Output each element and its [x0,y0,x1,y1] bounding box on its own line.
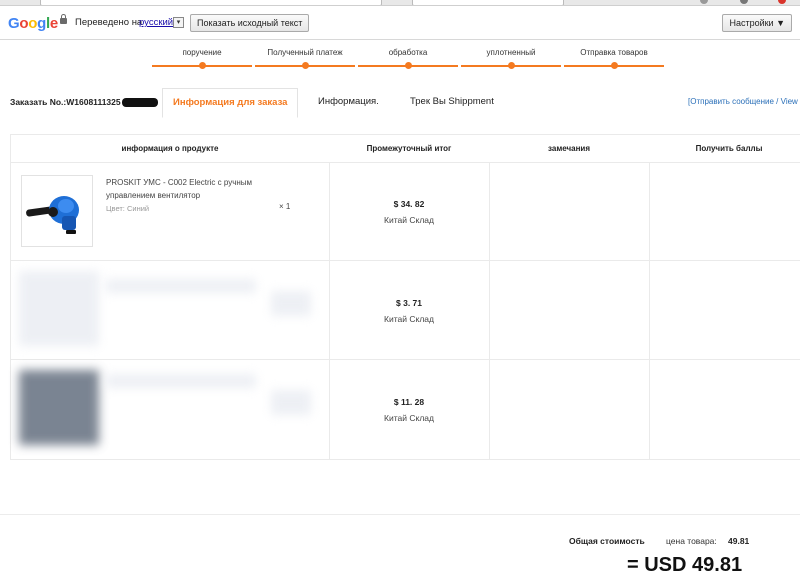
step-dot [405,62,412,69]
items-price-label: цена товара: [666,536,717,546]
chevron-down-icon[interactable]: ▾ [173,17,184,28]
step-dot [508,62,515,69]
google-logo: Google [8,15,58,32]
step-label: уплотненный [486,48,536,57]
blurred-product-image [19,271,99,346]
order-items-table: информация о продукте Промежуточный итог… [10,134,800,460]
step-processing: обработка [358,48,458,69]
grand-total: = USD 49.81 [627,554,743,576]
items-price-value: 49.81 [728,536,750,546]
column-header-remarks: замечания [548,144,590,153]
google-logo-letter: g [37,15,46,32]
step-shipped: Отправка товаров [564,48,664,69]
tab-track-shipment[interactable]: Трек Вы Shippment [400,88,504,116]
lock-icon [60,14,67,24]
product-quantity: × 1 [279,202,291,211]
product-image[interactable] [21,175,93,247]
settings-button[interactable]: Настройки ▼ [722,14,792,32]
blurred-product-text [271,291,311,316]
step-dot [199,62,206,69]
google-logo-letter: G [8,15,20,32]
item-subtotal: $ 11. 28 [393,397,425,407]
table-row: $ 3. 71 Китай Склад [11,261,800,360]
table-header: информация о продукте Промежуточный итог… [11,135,800,163]
google-logo-letter: e [49,15,58,32]
item-warehouse: Китай Склад [384,413,434,423]
step-label: Полученный платеж [267,48,343,57]
send-message-link[interactable]: [Отправить сообщение / View [688,97,798,106]
redaction-mark [121,98,158,108]
divider [0,514,800,515]
order-progress: поручение Полученный платеж обработка уп… [152,48,664,72]
step-label: обработка [388,48,428,57]
blurred-product-text [106,374,256,388]
step-dot [302,62,309,69]
step-label: поручение [182,48,222,57]
item-subtotal: $ 34. 82 [393,199,425,209]
blurred-product-image [19,370,99,445]
product-name-link[interactable]: PROSKIT УМС - С002 Electric с ручным упр… [106,176,281,202]
step-payment: Полученный платеж [255,48,355,69]
step-label: Отправка товаров [580,48,648,57]
step-ordered: поручение [152,48,252,69]
column-header-product: информация о продукте [121,144,219,153]
blurred-product-text [271,390,311,415]
tab-order-info[interactable]: Информация для заказа [162,88,299,118]
item-warehouse: Китай Склад [384,215,434,225]
blower-image [22,176,92,246]
translated-to-label: Переведено на [75,17,143,28]
language-link[interactable]: русский [139,17,173,28]
total-cost-label: Общая стоимость [569,536,645,546]
column-header-points: Получить баллы [695,144,763,153]
google-logo-letter: o [19,15,29,32]
step-packed: уплотненный [461,48,561,69]
show-original-button[interactable]: Показать исходный текст [190,14,310,32]
google-logo-letter: o [28,15,38,32]
item-subtotal: $ 3. 71 [396,298,422,308]
google-translate-bar: Google Переведено на русский ▾ Показать … [0,6,800,40]
toolbar-icon[interactable] [700,0,708,4]
toolbar-icon[interactable] [778,0,786,4]
product-color: Цвет: Синий [106,204,150,213]
table-row: $ 11. 28 Китай Склад [11,360,800,458]
item-warehouse: Китай Склад [384,314,434,324]
blurred-product-text [106,279,256,293]
toolbar-icon[interactable] [740,0,748,4]
column-header-subtotal: Промежуточный итог [366,144,452,153]
order-number-text: Заказать No.:W1608111325 [10,97,121,107]
tab-information[interactable]: Информация. [308,88,389,116]
order-number: Заказать No.:W1608111325 [10,97,158,108]
step-dot [611,62,618,69]
table-row: PROSKIT УМС - С002 Electric с ручным упр… [11,162,800,261]
